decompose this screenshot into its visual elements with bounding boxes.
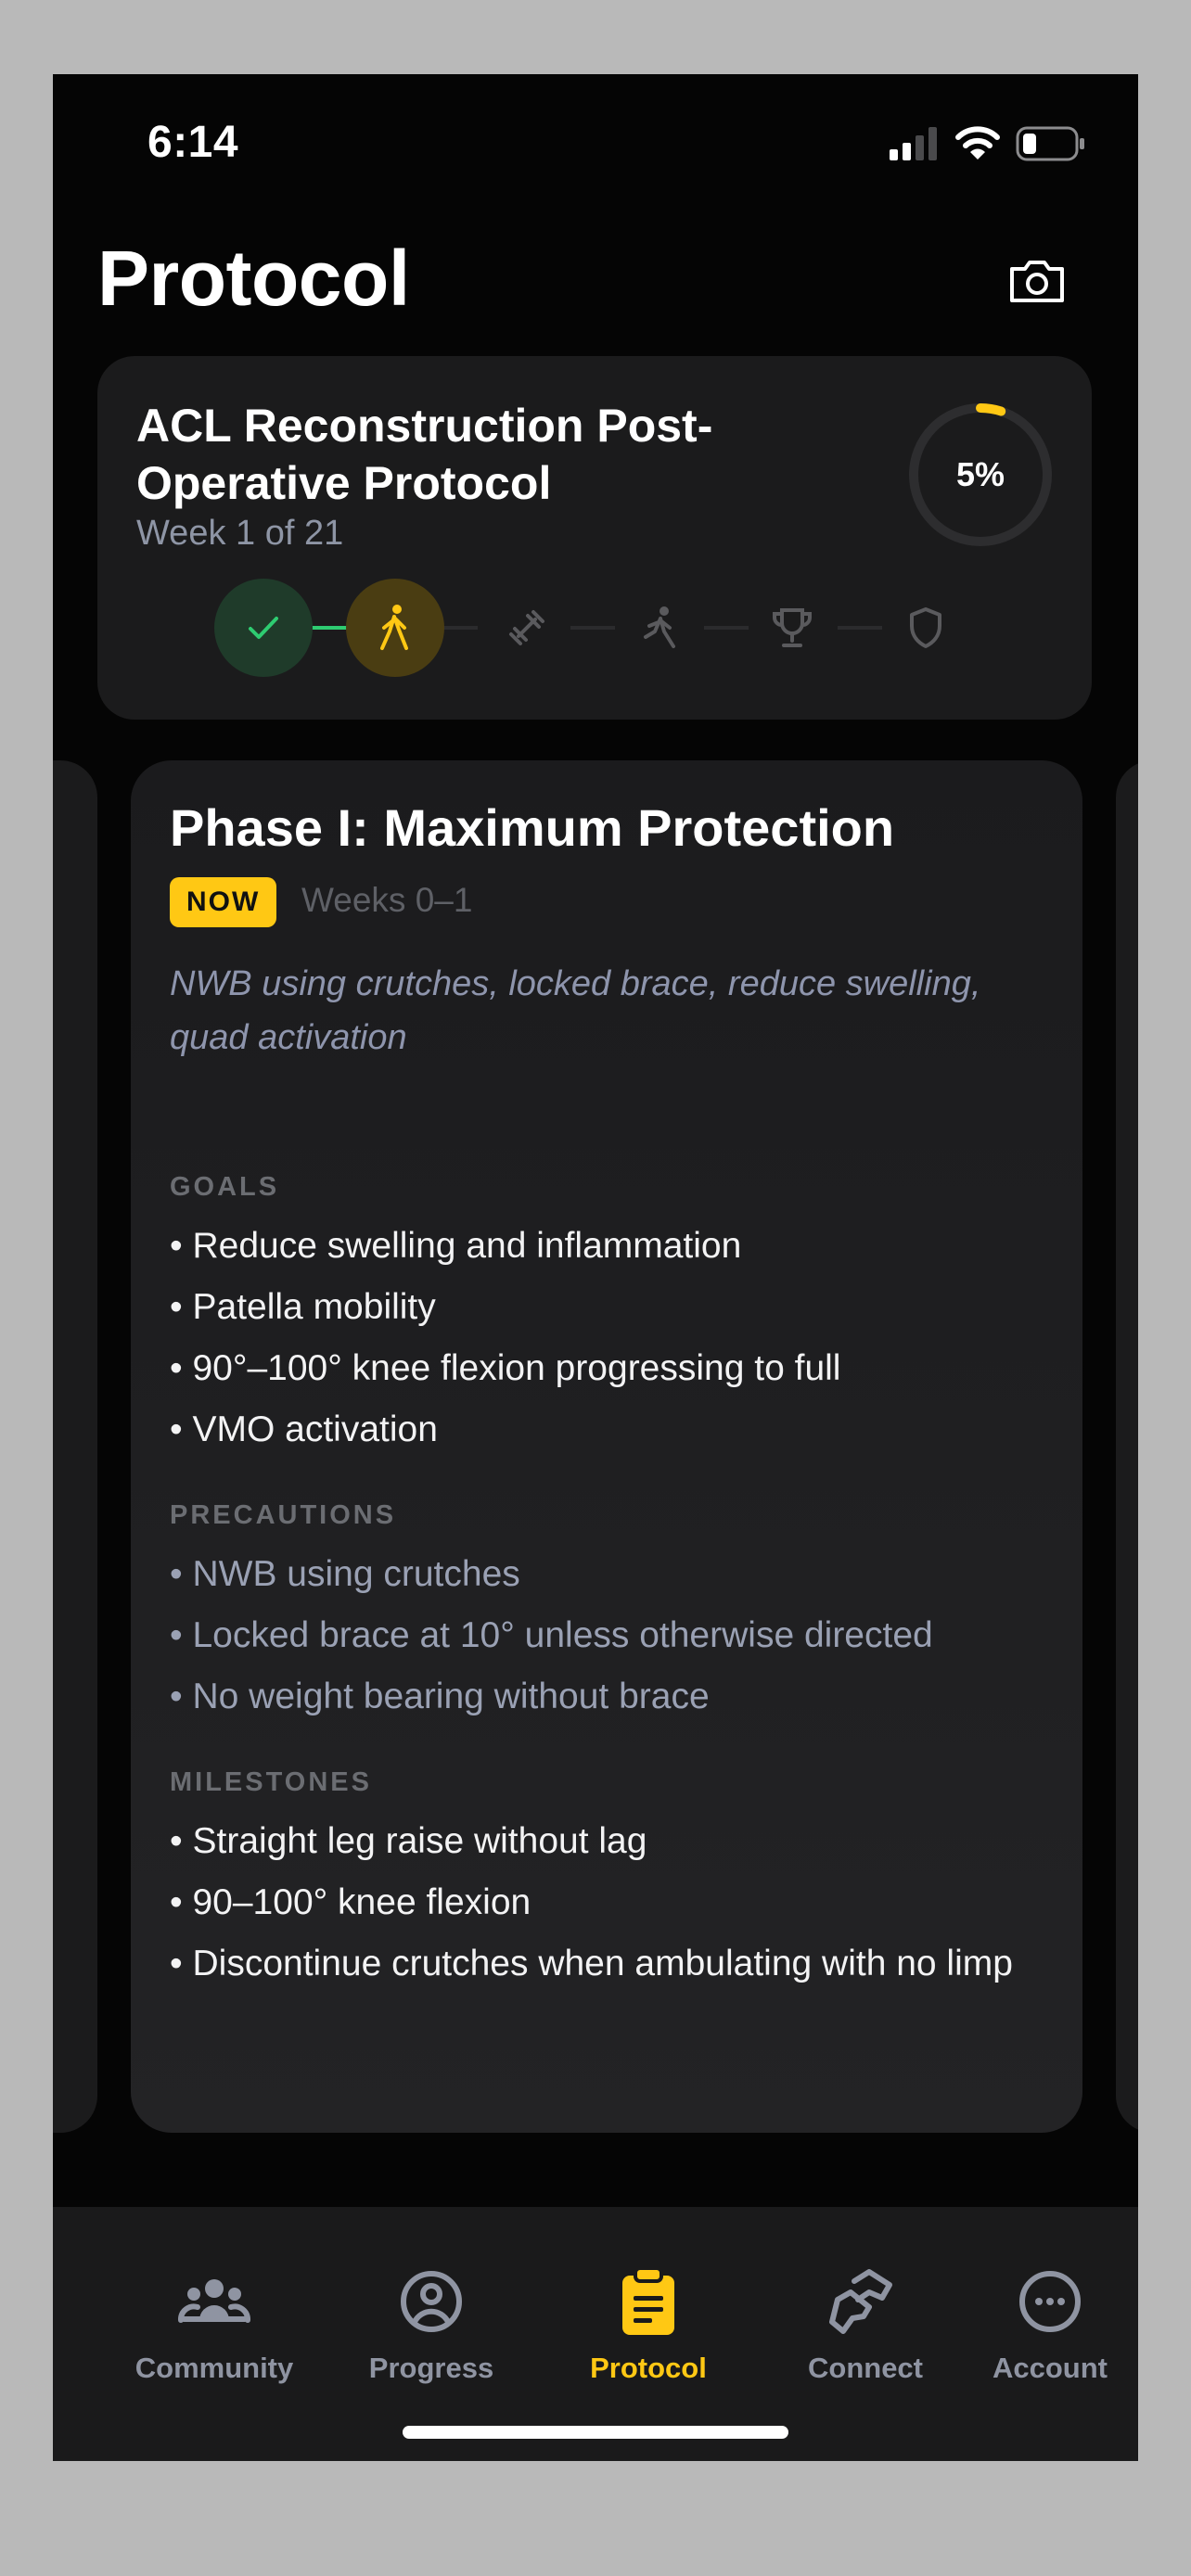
walking-icon: [380, 605, 408, 650]
phase-detail-card[interactable]: Phase I: Maximum Protection NOW Weeks 0–…: [131, 760, 1082, 2133]
tab-label: Account: [992, 2352, 1108, 2384]
tab-label: Connect: [808, 2352, 923, 2384]
connect-icon: [829, 2269, 892, 2334]
tab-label: Community: [134, 2352, 294, 2384]
protocol-title: ACL Reconstruction Post-Operative Protoc…: [136, 400, 713, 509]
list-item: • 90°–100° knee flexion progressing to f…: [170, 1348, 841, 1388]
step-phase-1[interactable]: [214, 579, 313, 677]
status-icons: [890, 126, 1086, 161]
list-item: • No weight bearing without brace: [170, 1677, 710, 1716]
battery-icon: [1016, 126, 1084, 161]
cellular-signal-icon: [890, 127, 937, 160]
precautions-list: • NWB using crutches • Locked brace at 1…: [170, 1549, 1051, 1732]
next-phase-card[interactable]: [1116, 760, 1138, 2133]
list-item: • NWB using crutches: [170, 1554, 520, 1594]
list-item: • Discontinue crutches when ambulating w…: [170, 1944, 1013, 1983]
step-phase-3[interactable]: [478, 579, 576, 677]
step-connector: [439, 626, 478, 630]
step-phase-5[interactable]: [743, 579, 841, 677]
list-item: • Patella mobility: [170, 1287, 436, 1327]
step-connector: [704, 626, 749, 630]
protocol-summary-card[interactable]: ACL Reconstruction Post-Operative Protoc…: [97, 356, 1092, 720]
tab-bar: Community Progress Protocol Connect Acco…: [53, 2207, 1138, 2461]
tab-account[interactable]: Account: [980, 2263, 1120, 2402]
clipboard-icon: [622, 2266, 674, 2335]
tab-label: Protocol: [590, 2352, 707, 2384]
check-icon: [249, 617, 278, 639]
tab-label: Progress: [368, 2352, 494, 2384]
running-icon: [644, 606, 675, 648]
milestones-list: • Straight leg raise without lag • 90–10…: [170, 1816, 1051, 1999]
list-item: • Straight leg raise without lag: [170, 1821, 647, 1861]
progress-icon: [401, 2271, 462, 2332]
status-bar: 6:14: [53, 74, 1138, 213]
wifi-icon: [955, 126, 1000, 159]
trophy-icon: [773, 608, 812, 647]
progress-percent: 5%: [955, 455, 1005, 493]
protocol-week: Week 1 of 21: [136, 514, 344, 553]
now-badge: NOW: [170, 877, 277, 927]
phase-weeks: Weeks 0–1: [301, 881, 473, 919]
community-icon: [178, 2279, 250, 2323]
status-time: 6:14: [147, 118, 239, 167]
phase-stepper: [97, 579, 1092, 681]
goals-list: • Reduce swelling and inflammation • Pat…: [170, 1220, 1051, 1465]
tab-connect[interactable]: Connect: [763, 2263, 967, 2402]
step-connector: [570, 626, 615, 630]
shield-icon: [910, 607, 941, 648]
phase-summary: NWB using crutches, locked brace, reduce…: [170, 964, 981, 1057]
step-phase-2[interactable]: [346, 579, 444, 677]
step-phase-6[interactable]: [877, 579, 975, 677]
tab-protocol[interactable]: Protocol: [546, 2263, 750, 2402]
previous-phase-card[interactable]: [53, 760, 97, 2133]
step-phase-4[interactable]: [609, 579, 708, 677]
dumbbell-icon: [509, 610, 544, 645]
goals-label: GOALS: [170, 1172, 280, 1202]
page-title: Protocol: [97, 235, 410, 322]
phone-screen: 6:14 Protocol ACL Reconstruction Post-Op…: [53, 74, 1138, 2461]
tab-progress[interactable]: Progress: [329, 2263, 533, 2402]
camera-icon[interactable]: [1006, 250, 1068, 312]
home-indicator[interactable]: [403, 2426, 788, 2439]
list-item: • VMO activation: [170, 1409, 438, 1449]
list-item: • Reduce swelling and inflammation: [170, 1226, 742, 1266]
account-icon: [1019, 2271, 1081, 2332]
list-item: • Locked brace at 10° unless otherwise d…: [170, 1615, 933, 1655]
precautions-label: PRECAUTIONS: [170, 1500, 397, 1530]
list-item: • 90–100° knee flexion: [170, 1882, 531, 1922]
milestones-label: MILESTONES: [170, 1767, 372, 1797]
tab-community[interactable]: Community: [112, 2263, 316, 2402]
step-connector: [838, 626, 882, 630]
phase-title: Phase I: Maximum Protection: [170, 798, 895, 857]
